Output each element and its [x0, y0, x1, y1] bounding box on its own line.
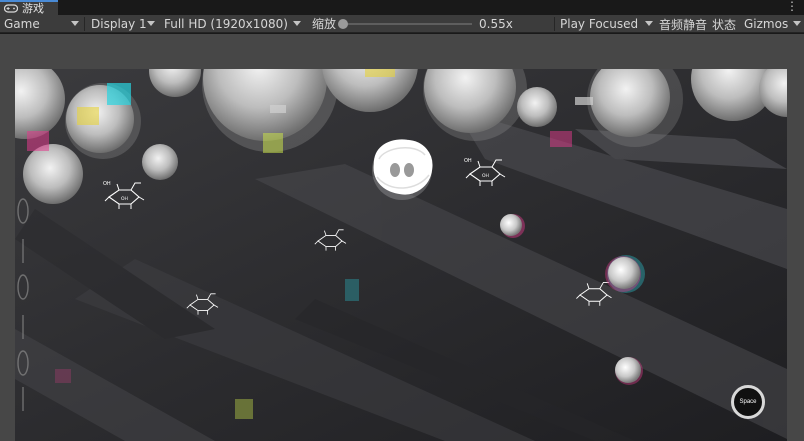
toolbar-divider — [554, 17, 555, 31]
svg-text:OH: OH — [103, 181, 111, 187]
view-mode-label: Game — [4, 17, 40, 31]
svg-text:OH: OH — [121, 196, 128, 202]
glitch-orb — [605, 255, 645, 293]
scale-slider-track[interactable] — [340, 23, 472, 25]
space-button-label: Space — [739, 399, 757, 405]
resolution-label: Full HD (1920x1080) — [164, 17, 288, 31]
toolbar-divider — [84, 17, 85, 31]
gamepad-icon — [4, 4, 18, 13]
gizmos-dropdown[interactable]: Gizmos — [740, 15, 804, 33]
player-blob — [372, 139, 433, 200]
scale-value: 0.55x — [479, 17, 513, 31]
tab-game[interactable]: 游戏 — [0, 0, 58, 15]
mute-audio-button[interactable]: 音频静音 — [659, 15, 707, 33]
svg-text:OH: OH — [464, 158, 472, 164]
play-mode-label: Play Focused — [560, 17, 639, 31]
scale-label: 缩放 — [312, 17, 337, 31]
chevron-down-icon — [71, 21, 79, 26]
scale-slider-thumb[interactable] — [338, 19, 348, 29]
stats-label: 状态 — [712, 17, 737, 32]
svg-text:OH: OH — [482, 173, 489, 179]
game-scene: OH OH OH OH — [15, 69, 787, 441]
tab-game-label: 游戏 — [22, 1, 44, 15]
glitch-orb — [615, 357, 643, 385]
mute-audio-label: 音频静音 — [659, 17, 708, 32]
chevron-down-icon — [645, 21, 653, 26]
play-mode-dropdown[interactable]: Play Focused — [556, 15, 656, 33]
display-label: Display 1 — [91, 17, 147, 31]
chevron-down-icon — [147, 21, 155, 26]
space-button[interactable]: Space — [731, 385, 765, 419]
stats-button[interactable]: 状态 — [712, 15, 736, 33]
chevron-down-icon — [293, 21, 301, 26]
resolution-dropdown[interactable]: Full HD (1920x1080) — [160, 15, 304, 33]
editor-tab-strip: 游戏 ⋮ — [0, 0, 804, 15]
game-view-toolbar: Game Display 1 Full HD (1920x1080) 缩放 0.… — [0, 15, 804, 33]
gizmos-label: Gizmos — [744, 17, 789, 31]
chevron-down-icon — [793, 21, 801, 26]
display-dropdown[interactable]: Display 1 — [87, 15, 158, 33]
kebab-menu-icon[interactable]: ⋮ — [786, 0, 798, 15]
game-viewport[interactable]: OH OH OH OH Space — [15, 69, 787, 441]
view-mode-dropdown[interactable]: Game — [0, 15, 82, 33]
